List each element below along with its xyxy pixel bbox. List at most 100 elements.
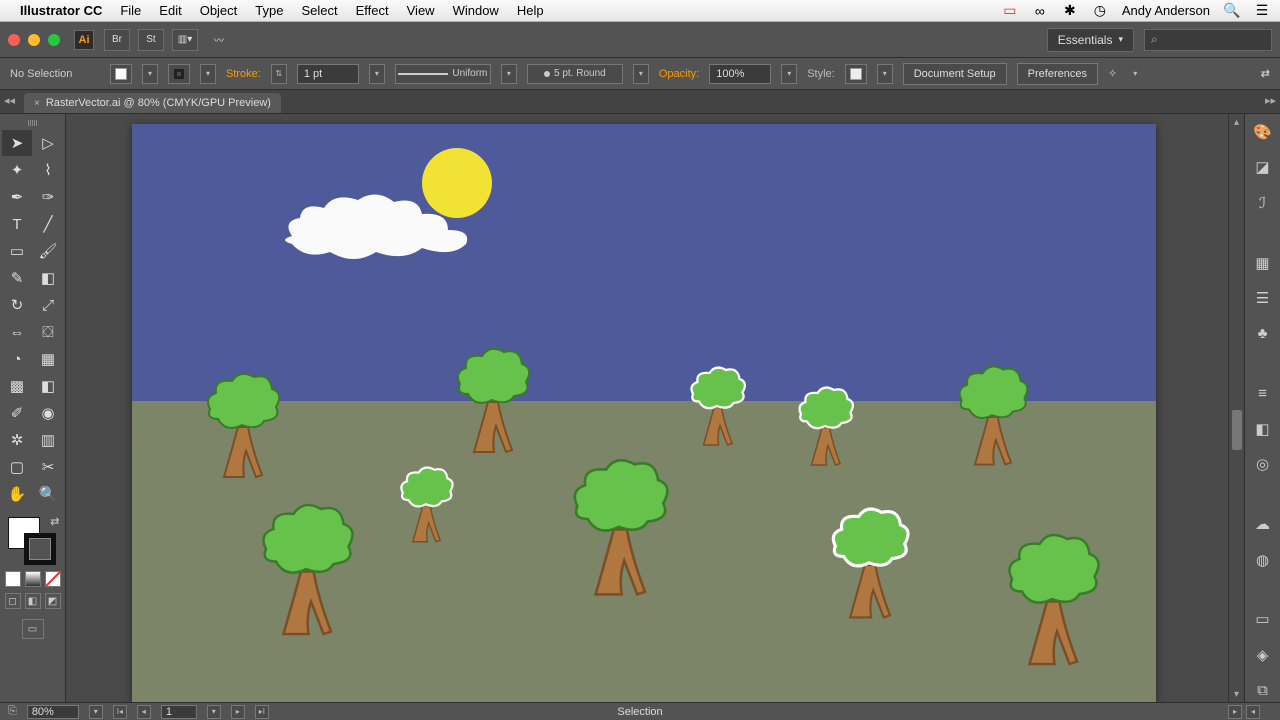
transparency-panel[interactable]: ◧: [1251, 417, 1275, 441]
artboards-panel[interactable]: ⧉: [1251, 678, 1275, 702]
asset-export-panel[interactable]: ◍: [1251, 548, 1275, 572]
collapse-panels-icon[interactable]: ▸▸: [1265, 94, 1276, 107]
menu-window[interactable]: Window: [453, 3, 499, 18]
hand-tool[interactable]: ✋: [2, 481, 32, 507]
line-segment-tool[interactable]: ╱: [33, 211, 63, 237]
profile-dropdown[interactable]: ▾: [501, 64, 517, 84]
opacity-input[interactable]: 100%: [709, 64, 771, 84]
fill-dropdown[interactable]: ▾: [142, 64, 158, 84]
hscroll-left-icon[interactable]: ▸: [1228, 705, 1242, 719]
search-input[interactable]: ⌕: [1144, 29, 1272, 51]
close-tab-icon[interactable]: ×: [34, 98, 40, 109]
menu-view[interactable]: View: [407, 3, 435, 18]
scroll-down-icon[interactable]: ▾: [1234, 686, 1239, 702]
zoom-tool[interactable]: 🔍: [33, 481, 63, 507]
free-transform-tool[interactable]: ⛋: [33, 319, 63, 345]
stroke-weight-input[interactable]: 1 pt: [297, 64, 359, 84]
graphic-styles-panel[interactable]: ♣: [1251, 322, 1275, 346]
workspace-switcher[interactable]: Essentials ▾: [1047, 28, 1134, 52]
draw-inside-icon[interactable]: ◩: [45, 593, 61, 609]
type-tool[interactable]: T: [2, 211, 32, 237]
preferences-button[interactable]: Preferences: [1017, 63, 1098, 85]
color-panel[interactable]: 🎨: [1251, 120, 1275, 144]
artboard-dropdown[interactable]: ▾: [207, 705, 221, 719]
minimize-window-button[interactable]: [28, 34, 40, 46]
selection-tool[interactable]: ➤: [2, 130, 32, 156]
bridge-button[interactable]: Br: [104, 29, 130, 51]
align-panel[interactable]: ≡: [1251, 381, 1275, 405]
artboard-number-input[interactable]: 1: [161, 705, 197, 719]
layers-panel[interactable]: ◈: [1251, 643, 1275, 667]
screen-mode-button[interactable]: ▭: [22, 619, 44, 639]
opacity-dropdown[interactable]: ▾: [781, 64, 797, 84]
artboard-tool[interactable]: ▢: [2, 454, 32, 480]
variable-width-profile[interactable]: Uniform: [395, 64, 491, 84]
lasso-tool[interactable]: ⌇: [33, 157, 63, 183]
prev-artboard-button[interactable]: ◂: [137, 705, 151, 719]
color-mode-button[interactable]: [5, 571, 21, 587]
stroke-panel[interactable]: ☰: [1251, 286, 1275, 310]
rectangle-tool[interactable]: ▭: [2, 238, 32, 264]
app-menu[interactable]: Illustrator CC: [20, 3, 102, 18]
artboard[interactable]: [132, 124, 1156, 702]
fill-swatch[interactable]: [110, 64, 132, 84]
rotate-tool[interactable]: ↻: [2, 292, 32, 318]
menu-list-icon[interactable]: ☰: [1254, 3, 1270, 19]
brushes-panel[interactable]: ℐ: [1251, 191, 1275, 215]
status-app-icon[interactable]: ▭: [1002, 3, 1018, 19]
menu-edit[interactable]: Edit: [159, 3, 181, 18]
next-artboard-button[interactable]: ▸: [231, 705, 245, 719]
brush-dropdown[interactable]: ▾: [633, 64, 649, 84]
symbol-sprayer-tool[interactable]: ✲: [2, 427, 32, 453]
stroke-weight-stepper[interactable]: ⇅: [271, 64, 287, 84]
status-sync-icon[interactable]: ✱: [1062, 3, 1078, 19]
creative-cloud-icon[interactable]: ∞: [1032, 3, 1048, 19]
style-dropdown[interactable]: ▾: [877, 64, 893, 84]
direct-selection-tool[interactable]: ▷: [33, 130, 63, 156]
vertical-scrollbar[interactable]: ▴ ▾: [1228, 114, 1244, 702]
magic-wand-tool[interactable]: ✦: [2, 157, 32, 183]
perspective-grid-tool[interactable]: ▦: [33, 346, 63, 372]
brush-definition[interactable]: 5 pt. Round: [527, 64, 623, 84]
stroke-color-swatch[interactable]: [24, 533, 56, 565]
blend-tool[interactable]: ◉: [33, 400, 63, 426]
stroke-dropdown[interactable]: ▾: [200, 64, 216, 84]
shape-builder-tool[interactable]: ◔: [2, 346, 32, 372]
column-graph-tool[interactable]: ▥: [33, 427, 63, 453]
swatches-panel[interactable]: ◪: [1251, 156, 1275, 180]
draw-behind-icon[interactable]: ◧: [25, 593, 41, 609]
graphic-style-swatch[interactable]: [845, 64, 867, 84]
align-pixel-dropdown[interactable]: ▾: [1127, 64, 1143, 84]
shaper-tool[interactable]: ✎: [2, 265, 32, 291]
scrollbar-thumb[interactable]: [1232, 410, 1242, 450]
cc-libraries-panel[interactable]: ☁: [1251, 512, 1275, 536]
hscroll-right-icon[interactable]: ◂: [1246, 705, 1260, 719]
stock-button[interactable]: St: [138, 29, 164, 51]
menu-help[interactable]: Help: [517, 3, 544, 18]
canvas-area[interactable]: ▴ ▾: [66, 114, 1244, 702]
close-window-button[interactable]: [8, 34, 20, 46]
mesh-tool[interactable]: ▩: [2, 373, 32, 399]
zoom-dropdown[interactable]: ▾: [89, 705, 103, 719]
width-tool[interactable]: ⇔: [2, 319, 32, 345]
swap-fill-stroke-icon[interactable]: ⇄: [50, 515, 59, 528]
document-tab[interactable]: × RasterVector.ai @ 80% (CMYK/GPU Previe…: [24, 93, 281, 113]
scale-tool[interactable]: ⤢: [33, 292, 63, 318]
collapse-tools-icon[interactable]: ◂◂: [4, 94, 15, 107]
status-clock-icon[interactable]: ◷: [1092, 3, 1108, 19]
scroll-up-icon[interactable]: ▴: [1234, 114, 1239, 130]
panel-grip-icon[interactable]: [18, 120, 48, 126]
control-bar-flyout-icon[interactable]: ⇄: [1261, 67, 1270, 80]
arrange-documents-button[interactable]: ▥▾: [172, 29, 198, 51]
slice-tool[interactable]: ✂: [33, 454, 63, 480]
menu-effect[interactable]: Effect: [356, 3, 389, 18]
menu-file[interactable]: File: [120, 3, 141, 18]
zoom-window-button[interactable]: [48, 34, 60, 46]
symbols-panel[interactable]: ▦: [1251, 251, 1275, 275]
zoom-input[interactable]: 80%: [27, 705, 79, 719]
draw-normal-icon[interactable]: ◻: [5, 593, 21, 609]
eyedropper-tool[interactable]: ✐: [2, 400, 32, 426]
export-icon[interactable]: ⎘: [8, 705, 17, 718]
transform-panel[interactable]: ▭: [1251, 607, 1275, 631]
document-setup-button[interactable]: Document Setup: [903, 63, 1007, 85]
